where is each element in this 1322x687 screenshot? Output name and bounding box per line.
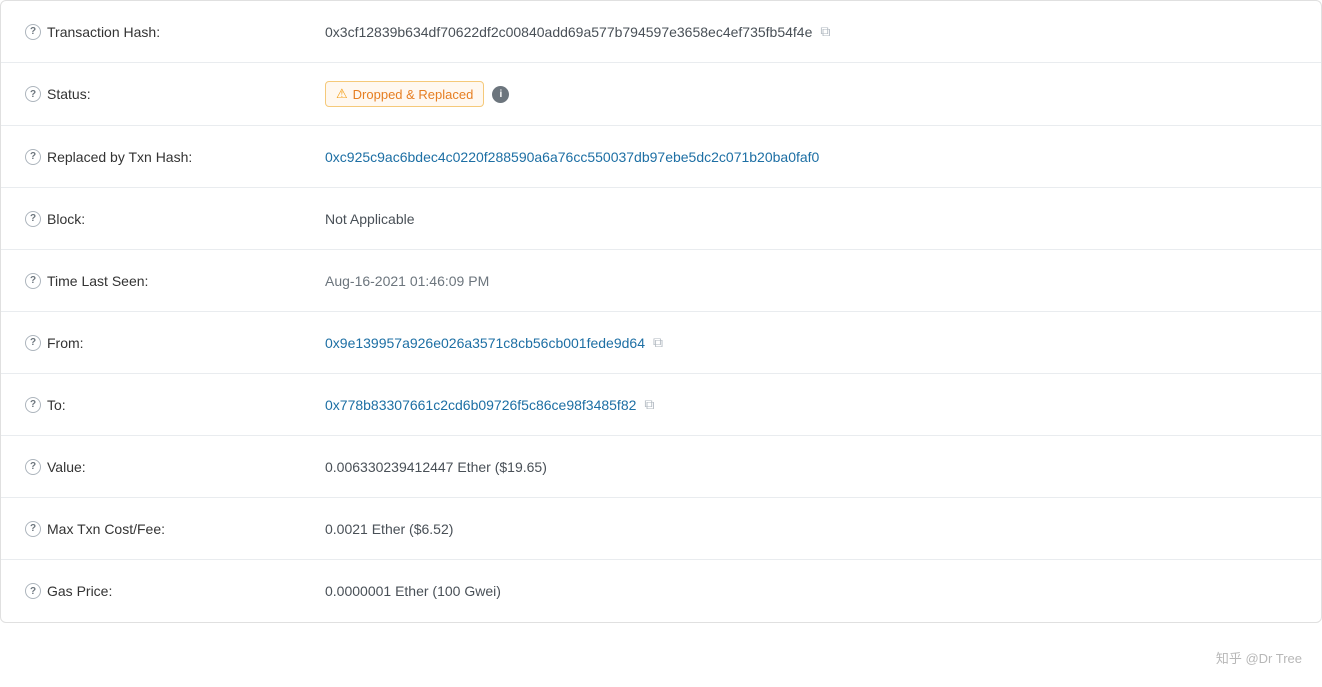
label-time-last-seen: ? Time Last Seen: [25, 273, 325, 289]
label-text-transaction-hash: Transaction Hash: [47, 24, 160, 40]
block-value: Not Applicable [325, 211, 415, 227]
hash-value-transaction-hash: 0x3cf12839b634df70622df2c00840add69a577b… [325, 24, 812, 40]
help-icon-time-last-seen[interactable]: ? [25, 273, 41, 289]
label-transaction-hash: ? Transaction Hash: [25, 24, 325, 40]
label-text-replaced-by: Replaced by Txn Hash: [47, 149, 192, 165]
help-icon-block[interactable]: ? [25, 211, 41, 227]
label-text-block: Block: [47, 211, 85, 227]
label-block: ? Block: [25, 211, 325, 227]
value-time-last-seen: Aug-16-2021 01:46:09 PM [325, 273, 1297, 289]
label-text-time-last-seen: Time Last Seen: [47, 273, 148, 289]
label-replaced-by: ? Replaced by Txn Hash: [25, 149, 325, 165]
help-icon-value[interactable]: ? [25, 459, 41, 475]
row-time-last-seen: ? Time Last Seen: Aug-16-2021 01:46:09 P… [1, 250, 1321, 312]
value-max-txn-cost: 0.0021 Ether ($6.52) [325, 521, 1297, 537]
label-max-txn-cost: ? Max Txn Cost/Fee: [25, 521, 325, 537]
value-block: Not Applicable [325, 211, 1297, 227]
copy-icon-transaction-hash[interactable]: ⧉ [820, 23, 830, 40]
row-block: ? Block: Not Applicable [1, 188, 1321, 250]
value-replaced-by: 0xc925c9ac6bdec4c0220f288590a6a76cc55003… [325, 149, 1297, 165]
label-text-max-txn-cost: Max Txn Cost/Fee: [47, 521, 165, 537]
row-from: ? From: 0x9e139957a926e026a3571c8cb56cb0… [1, 312, 1321, 374]
value-gas-price: 0.0000001 Ether (100 Gwei) [325, 583, 1297, 599]
transaction-detail-table: ? Transaction Hash: 0x3cf12839b634df7062… [0, 0, 1322, 623]
label-text-status: Status: [47, 86, 91, 102]
copy-icon-to[interactable]: ⧉ [644, 396, 654, 413]
label-gas-price: ? Gas Price: [25, 583, 325, 599]
row-gas-price: ? Gas Price: 0.0000001 Ether (100 Gwei) [1, 560, 1321, 622]
status-badge-label: Dropped & Replaced [353, 87, 474, 102]
label-to: ? To: [25, 397, 325, 413]
help-icon-gas-price[interactable]: ? [25, 583, 41, 599]
status-badge: ⚠ Dropped & Replaced [325, 81, 484, 107]
value-from: 0x9e139957a926e026a3571c8cb56cb001fede9d… [325, 334, 1297, 351]
link-replaced-by[interactable]: 0xc925c9ac6bdec4c0220f288590a6a76cc55003… [325, 149, 819, 165]
ether-value: 0.006330239412447 Ether ($19.65) [325, 459, 547, 475]
copy-icon-from[interactable]: ⧉ [653, 334, 663, 351]
label-from: ? From: [25, 335, 325, 351]
value-transaction-hash: 0x3cf12839b634df70622df2c00840add69a577b… [325, 23, 1297, 40]
row-replaced-by: ? Replaced by Txn Hash: 0xc925c9ac6bdec4… [1, 126, 1321, 188]
gas-price-value: 0.0000001 Ether (100 Gwei) [325, 583, 501, 599]
link-from[interactable]: 0x9e139957a926e026a3571c8cb56cb001fede9d… [325, 335, 645, 351]
label-text-gas-price: Gas Price: [47, 583, 112, 599]
help-icon-from[interactable]: ? [25, 335, 41, 351]
row-to: ? To: 0x778b83307661c2cd6b09726f5c86ce98… [1, 374, 1321, 436]
row-transaction-hash: ? Transaction Hash: 0x3cf12839b634df7062… [1, 1, 1321, 63]
row-max-txn-cost: ? Max Txn Cost/Fee: 0.0021 Ether ($6.52) [1, 498, 1321, 560]
watermark: 知乎 @Dr Tree [1216, 648, 1302, 667]
label-text-value: Value: [47, 459, 86, 475]
value-to: 0x778b83307661c2cd6b09726f5c86ce98f3485f… [325, 396, 1297, 413]
info-icon-status[interactable]: i [492, 86, 509, 103]
label-text-from: From: [47, 335, 84, 351]
value-value: 0.006330239412447 Ether ($19.65) [325, 459, 1297, 475]
help-icon-replaced-by[interactable]: ? [25, 149, 41, 165]
label-text-to: To: [47, 397, 66, 413]
link-to[interactable]: 0x778b83307661c2cd6b09726f5c86ce98f3485f… [325, 397, 636, 413]
label-status: ? Status: [25, 86, 325, 102]
help-icon-max-txn-cost[interactable]: ? [25, 521, 41, 537]
row-status: ? Status: ⚠ Dropped & Replaced i [1, 63, 1321, 126]
label-value: ? Value: [25, 459, 325, 475]
warning-icon: ⚠ [336, 86, 348, 102]
value-status: ⚠ Dropped & Replaced i [325, 81, 1297, 107]
max-txn-cost-value: 0.0021 Ether ($6.52) [325, 521, 453, 537]
row-value: ? Value: 0.006330239412447 Ether ($19.65… [1, 436, 1321, 498]
help-icon-status[interactable]: ? [25, 86, 41, 102]
help-icon-transaction-hash[interactable]: ? [25, 24, 41, 40]
time-value: Aug-16-2021 01:46:09 PM [325, 273, 489, 289]
help-icon-to[interactable]: ? [25, 397, 41, 413]
